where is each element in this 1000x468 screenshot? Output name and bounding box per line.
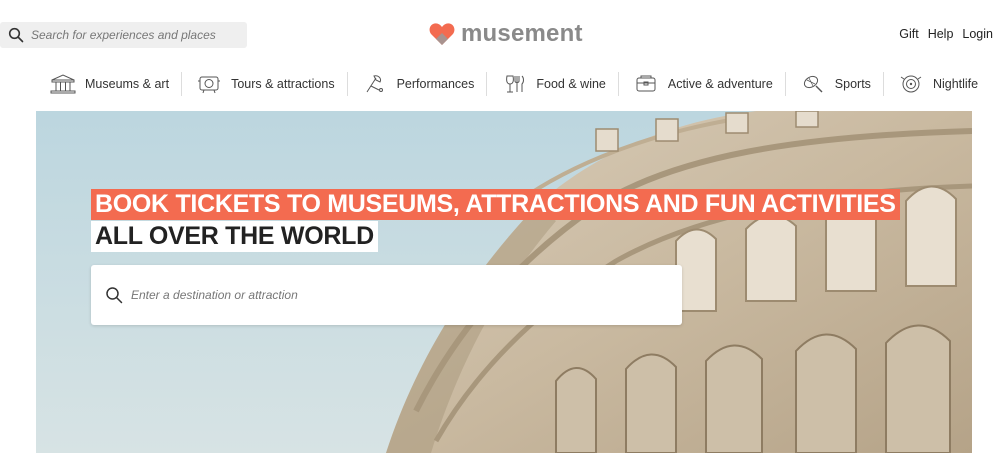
headline-line-1: BOOK TICKETS TO MUSEUMS, ATTRACTIONS AND… <box>91 189 900 220</box>
search-icon <box>8 27 24 43</box>
category-active-adventure[interactable]: Active & adventure <box>619 70 786 98</box>
sports-icon <box>803 75 823 93</box>
hero-search-box[interactable] <box>91 265 682 325</box>
category-food-wine[interactable]: Food & wine <box>487 70 620 98</box>
category-label: Active & adventure <box>667 77 773 91</box>
category-label: Sports <box>834 77 871 91</box>
site-header: Search for experiences and places museme… <box>0 0 1000 64</box>
category-label: Tours & attractions <box>231 77 335 91</box>
musement-logo[interactable]: musement <box>429 20 583 48</box>
category-nightlife[interactable]: Nightlife <box>884 70 991 98</box>
museum-icon <box>50 74 76 94</box>
header-links: Gift Help Login <box>899 27 993 41</box>
logo-wordmark: musement <box>461 20 583 47</box>
destination-search-input[interactable] <box>131 288 651 302</box>
gift-link[interactable]: Gift <box>899 27 918 41</box>
header-search-field[interactable]: Search for experiences and places <box>0 22 247 48</box>
category-label: Museums & art <box>85 77 170 91</box>
category-museums-art[interactable]: Museums & art <box>36 70 183 98</box>
category-sports[interactable]: Sports <box>786 70 885 98</box>
login-link[interactable]: Login <box>962 27 993 41</box>
category-label: Nightlife <box>932 77 979 91</box>
headline-line-2: ALL OVER THE WORLD <box>91 221 378 252</box>
help-link[interactable]: Help <box>928 27 954 41</box>
nightlife-icon <box>900 75 922 93</box>
category-tours-attractions[interactable]: Tours & attractions <box>182 70 348 98</box>
heart-logo-icon <box>429 23 455 45</box>
tour-icon <box>198 76 221 94</box>
category-nav: Museums & art Tours & attractions Perfor… <box>36 70 991 98</box>
hero-headline: BOOK TICKETS TO MUSEUMS, ATTRACTIONS AND… <box>91 189 900 252</box>
hero-banner: BOOK TICKETS TO MUSEUMS, ATTRACTIONS AND… <box>36 111 972 453</box>
food-icon <box>506 75 525 93</box>
category-performances[interactable]: Performances <box>348 70 488 98</box>
category-label: Food & wine <box>536 77 606 91</box>
performance-icon <box>366 75 383 93</box>
adventure-icon <box>636 75 656 92</box>
search-icon <box>106 287 123 304</box>
category-label: Performances <box>396 77 475 91</box>
header-search-placeholder[interactable]: Search for experiences and places <box>31 28 216 42</box>
